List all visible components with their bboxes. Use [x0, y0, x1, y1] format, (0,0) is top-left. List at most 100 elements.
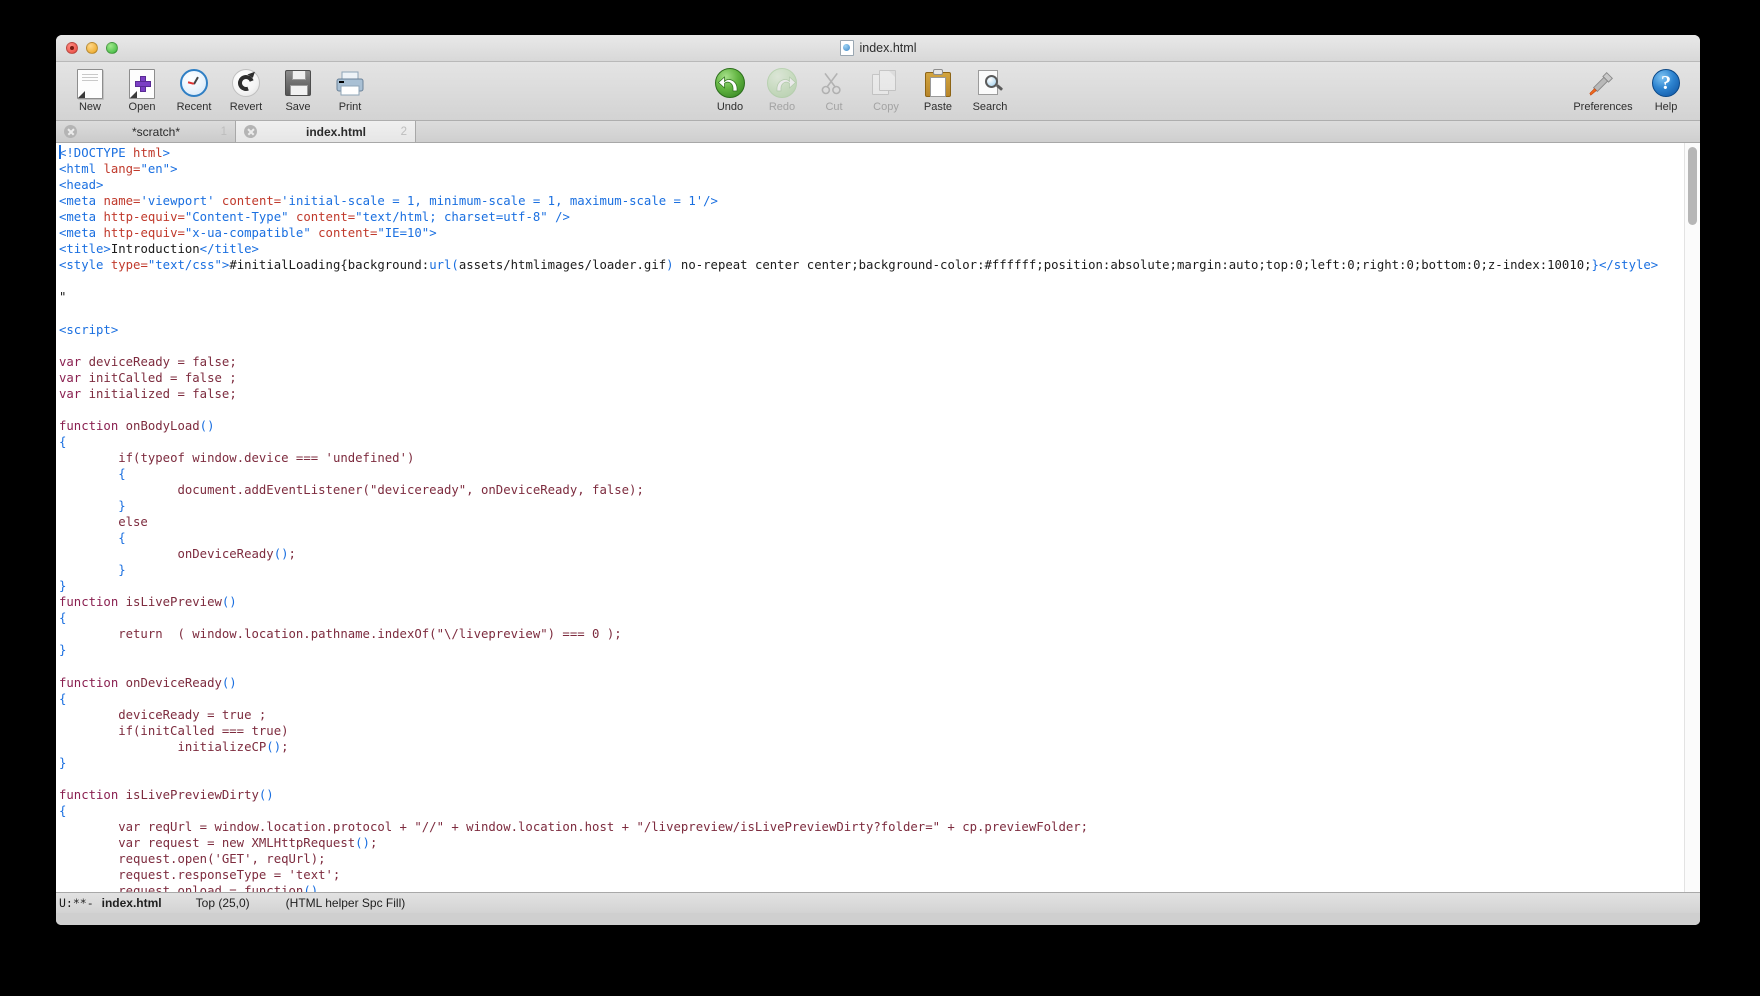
code-token: {	[59, 611, 67, 626]
code-token: url(	[429, 258, 459, 273]
toolbar-button-cut[interactable]: Cut	[808, 65, 860, 113]
help-circle-icon: ?	[1650, 67, 1682, 99]
code-token: false	[192, 386, 230, 401]
code-line: <meta http-equiv="Content-Type" content=…	[59, 209, 1684, 225]
toolbar-button-help[interactable]: ? Help	[1640, 65, 1692, 113]
toolbar-button-revert[interactable]: Revert	[220, 65, 272, 113]
printer-icon	[334, 67, 366, 99]
code-token: if	[59, 450, 134, 465]
code-token: )	[406, 450, 415, 465]
status-major-mode: (HTML helper Spc Fill)	[285, 896, 406, 910]
toolbar-button-save[interactable]: Save	[272, 65, 324, 113]
code-token: ()	[266, 739, 282, 754]
code-token: >	[429, 226, 437, 241]
revert-arrow-icon	[230, 67, 262, 99]
code-token: #initialLoading{background:	[229, 258, 430, 273]
html-document-icon	[839, 40, 854, 56]
text-caret	[59, 145, 61, 159]
code-token: <meta	[59, 194, 97, 209]
toolbar-button-copy[interactable]: Copy	[860, 65, 912, 113]
screen: index.html New Open Recent Revert Save P…	[0, 0, 1760, 996]
code-line: else	[59, 514, 1684, 530]
toolbar-button-paste[interactable]: Paste	[912, 65, 964, 113]
code-token: />	[703, 194, 718, 209]
floppy-disk-icon	[282, 67, 314, 99]
code-token: {	[118, 466, 126, 481]
undo-arrow-icon	[714, 67, 746, 99]
code-token: content=	[318, 226, 378, 241]
close-button[interactable]	[66, 42, 78, 54]
code-line: }	[59, 578, 1684, 594]
code-token: ;	[288, 547, 296, 562]
code-line: "	[59, 289, 1684, 305]
code-token: initialized =	[81, 386, 193, 401]
code-token: }	[118, 499, 126, 514]
code-token: var reqUrl = window.location.protocol + …	[59, 819, 1089, 834]
toolbar-button-new[interactable]: New	[64, 65, 116, 113]
code-line: document.addEventListener("deviceready",…	[59, 482, 1684, 498]
toolbar-group-edit: Undo Redo Cut Copy Paste Search	[704, 65, 1016, 113]
code-token: ;	[221, 370, 237, 385]
code-token: assets/htmlimages/loader.gif	[458, 258, 667, 273]
code-line: <meta http-equiv="x-ua-compatible" conte…	[59, 225, 1684, 241]
toolbar-button-search[interactable]: Search	[964, 65, 1016, 113]
code-token: no-repeat center center;background-color…	[673, 258, 1592, 273]
code-token: ()	[355, 836, 370, 851]
code-token: return ( window.location.pathname.indexO…	[59, 627, 622, 642]
code-token: function	[59, 675, 119, 690]
code-token: </title>	[199, 242, 259, 257]
code-line: function isLivePreviewDirty()	[59, 787, 1684, 803]
code-line: if(typeof window.device === 'undefined')	[59, 450, 1684, 466]
toolbar-button-open[interactable]: Open	[116, 65, 168, 113]
code-line: }	[59, 562, 1684, 578]
code-token: }	[59, 755, 67, 770]
tab-scratch[interactable]: *scratch* 1	[56, 121, 236, 142]
code-line: var reqUrl = window.location.protocol + …	[59, 819, 1684, 835]
minimize-button[interactable]	[86, 42, 98, 54]
code-token: >	[162, 146, 171, 160]
code-token: </style>	[1598, 258, 1659, 273]
toolbar-button-redo[interactable]: Redo	[756, 65, 808, 113]
code-token: "IE=10"	[377, 226, 430, 241]
code-token: else	[59, 515, 148, 530]
toolbar-button-undo[interactable]: Undo	[704, 65, 756, 113]
code-editor[interactable]: <!DOCTYPE html> <html lang="en"> <head> <me…	[56, 143, 1684, 892]
code-token: content=	[221, 194, 282, 209]
code-token: "Content-Type"	[184, 210, 289, 225]
close-circle-icon[interactable]	[64, 125, 77, 138]
code-token: name=	[103, 194, 141, 209]
code-token: ;	[229, 386, 237, 401]
code-token: <head>	[59, 178, 104, 193]
vertical-scrollbar[interactable]	[1684, 143, 1700, 892]
code-line: <meta name='viewport' content='initial-s…	[59, 193, 1684, 209]
toolbar-button-recent[interactable]: Recent	[168, 65, 220, 113]
toolbar-button-preferences[interactable]: Preferences	[1566, 65, 1640, 113]
tab-index-html[interactable]: index.html 2	[236, 121, 416, 142]
code-token: ()	[258, 787, 274, 802]
code-token: http-equiv=	[103, 226, 185, 241]
toolbar-button-print[interactable]: Print	[324, 65, 376, 113]
source-code[interactable]: <!DOCTYPE html> <html lang="en"> <head> <me…	[59, 145, 1684, 892]
code-token: var request = new XMLHttpRequest	[59, 836, 356, 851]
toolbar-label-copy: Copy	[873, 101, 899, 113]
code-token: >	[170, 162, 178, 177]
code-line: <!DOCTYPE html>	[59, 145, 1684, 161]
code-line: <style type="text/css">#initialLoading{b…	[59, 257, 1684, 273]
code-token: <meta	[59, 226, 97, 241]
code-token: }	[118, 563, 126, 578]
code-line: {	[59, 434, 1684, 450]
toolbar-label-preferences: Preferences	[1573, 101, 1633, 113]
close-circle-icon[interactable]	[244, 125, 257, 138]
code-token: <script>	[59, 322, 119, 337]
scrollbar-thumb[interactable]	[1688, 147, 1697, 225]
zoom-button[interactable]	[106, 42, 118, 54]
code-token: request.onload = function	[59, 884, 304, 892]
code-token: deviceReady = true ;	[59, 707, 267, 722]
code-token: <html	[59, 162, 97, 177]
code-token: ()	[221, 675, 237, 690]
